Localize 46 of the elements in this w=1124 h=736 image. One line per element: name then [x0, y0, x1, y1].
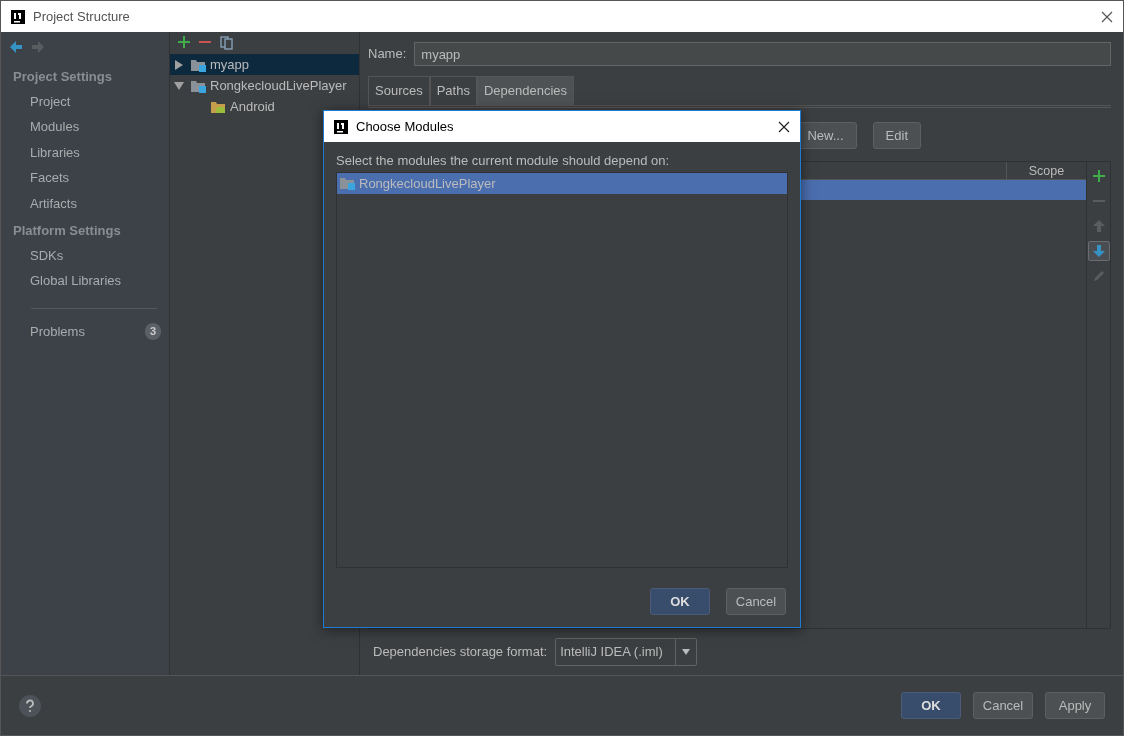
dialog-button[interactable]: Apply — [1045, 691, 1105, 720]
count-badge: 3 — [144, 322, 161, 340]
sidebar-item[interactable]: SDKs — [1, 242, 169, 268]
plus-icon[interactable] — [178, 36, 191, 50]
back-arrow-icon[interactable] — [9, 40, 23, 54]
tree-item[interactable]: myapp — [170, 54, 359, 75]
section-heading: Platform Settings — [12, 222, 122, 240]
dialog-button[interactable]: Cancel — [726, 587, 786, 615]
help-icon[interactable] — [19, 694, 41, 717]
sidebar-item[interactable]: Modules — [1, 114, 169, 140]
sidebar-item[interactable]: Artifacts — [1, 190, 169, 216]
tab[interactable]: Dependencies — [476, 76, 575, 105]
field-label: Dependencies storage format: — [373, 643, 548, 662]
expanded-arrow-icon[interactable] — [174, 81, 184, 92]
dropdown-caret-icon[interactable] — [681, 649, 690, 655]
logo-icon — [334, 119, 348, 134]
dialog-button[interactable]: OK — [650, 587, 710, 615]
tab[interactable]: Paths — [429, 76, 477, 105]
action-button[interactable]: Edit — [872, 121, 921, 149]
module-folder-icon — [339, 175, 355, 192]
tree-item[interactable]: Android — [170, 96, 359, 117]
sidebar-item[interactable]: Facets — [1, 165, 169, 191]
tab[interactable]: Sources — [368, 76, 430, 105]
tree-item[interactable]: RongkecloudLivePlayer — [170, 75, 359, 96]
prompt-text: Select the modules the current module should depend on: — [335, 152, 671, 170]
problems-item[interactable]: Problems 3 — [1, 318, 169, 344]
plus-icon[interactable] — [1091, 169, 1106, 183]
sidebar-item[interactable]: Libraries — [1, 139, 169, 165]
field-label: Name: — [368, 45, 407, 64]
name-field[interactable]: myapp — [414, 42, 1111, 66]
sidebar-item[interactable]: Project — [1, 88, 169, 114]
copy-icon[interactable] — [220, 36, 233, 50]
section-heading: Project Settings — [12, 68, 113, 86]
close-icon[interactable] — [778, 120, 790, 133]
column-header: Scope — [1006, 162, 1086, 179]
dialog-button[interactable]: Cancel — [973, 691, 1033, 720]
list-item[interactable]: RongkecloudLivePlayer — [337, 172, 787, 194]
close-icon[interactable] — [1101, 10, 1113, 23]
dialog-title: Choose Modules — [356, 117, 454, 136]
logo-icon — [11, 9, 25, 24]
sidebar-item[interactable]: Global Libraries — [1, 268, 169, 294]
dialog-button[interactable]: OK — [901, 691, 961, 720]
window-title: Project Structure — [33, 7, 130, 26]
format-dropdown[interactable]: IntelliJ IDEA (.iml) — [555, 638, 697, 666]
arrow-down-icon[interactable] — [1091, 244, 1106, 258]
collapsed-arrow-icon[interactable] — [174, 60, 184, 71]
